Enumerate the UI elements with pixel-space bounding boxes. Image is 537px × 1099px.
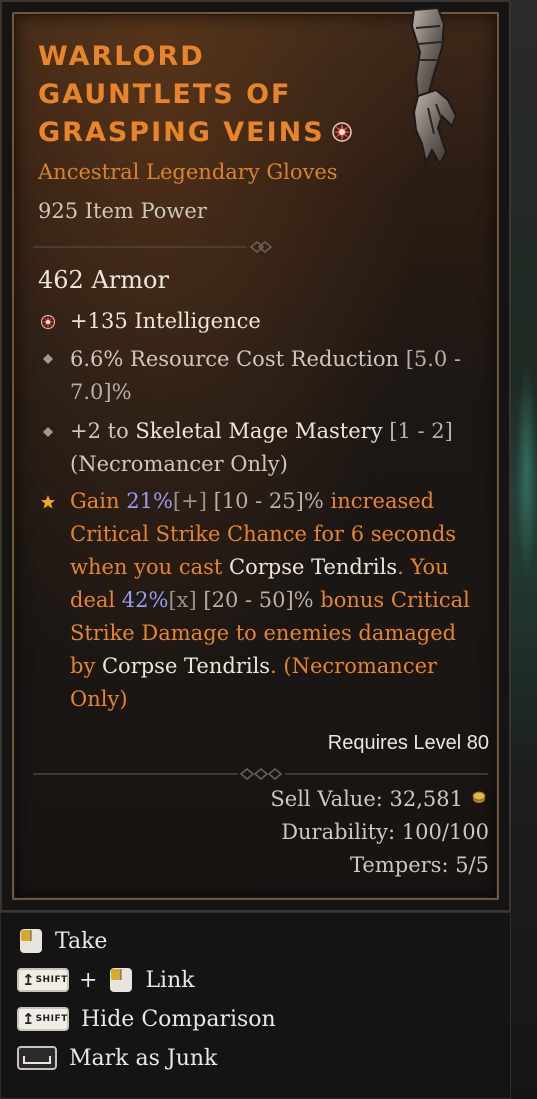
take-action[interactable]: Take <box>17 926 107 956</box>
legendary-star-icon <box>41 495 55 509</box>
unique-star-icon <box>41 315 55 329</box>
item-name: WARLORD GAUNTLETS OF GRASPING VEINS <box>38 38 368 152</box>
hide-comparison-label: Hide Comparison <box>81 1006 276 1032</box>
shift-key-icon: ↥ SHIFT <box>17 1007 69 1031</box>
mark-junk-label: Mark as Junk <box>69 1045 218 1071</box>
link-label: Link <box>145 967 195 993</box>
armor-value: 462 Armor <box>38 266 169 294</box>
item-power: 925 Item Power <box>38 199 207 223</box>
game-world-background <box>510 0 537 1099</box>
hide-comparison-action[interactable]: ↥ SHIFT Hide Comparison <box>17 1004 276 1034</box>
item-type: Ancestral Legendary Gloves <box>38 160 338 184</box>
left-mouse-icon <box>20 929 42 953</box>
affix-skeletal-mage: +2 to Skeletal Mage Mastery [1 - 2] (Nec… <box>70 419 453 476</box>
background-glow <box>516 360 537 580</box>
affix-intelligence: +135 Intelligence <box>70 309 261 333</box>
left-mouse-icon <box>110 968 133 992</box>
diamond-bullet-icon <box>43 354 53 364</box>
legendary-marker-icon <box>331 122 352 142</box>
mark-junk-action[interactable]: Mark as Junk <box>17 1043 217 1073</box>
divider-line <box>33 241 273 253</box>
plus-sign: + <box>79 967 98 993</box>
durability: Durability: 100/100 <box>281 820 489 844</box>
take-label: Take <box>55 928 108 954</box>
space-key-icon <box>17 1046 57 1070</box>
diamond-bullet-icon <box>43 427 53 437</box>
shift-key-icon: ↥ SHIFT <box>17 968 69 992</box>
link-action[interactable]: ↥ SHIFT + Link <box>17 965 195 995</box>
requires-level: Requires Level 80 <box>327 732 489 754</box>
divider-line <box>33 768 488 780</box>
affix-resource-cost: 6.6% Resource Cost Reduction [5.0 - 7.0]… <box>70 347 462 404</box>
sell-value: Sell Value: 32,581 <box>270 787 487 811</box>
action-panel: Take ↥ SHIFT + Link ↥ SHIFT Hide Compariso… <box>0 912 511 1099</box>
item-name-line-2: GAUNTLETS OF <box>38 79 292 110</box>
legendary-aspect: Gain 21%[+] [10 - 25]% increased Critica… <box>70 489 470 711</box>
gauntlet-item-icon <box>410 6 458 167</box>
item-name-line-1: WARLORD <box>38 41 205 72</box>
item-name-line-3: GRASPING VEINS <box>38 114 368 152</box>
gold-coin-icon <box>472 791 486 803</box>
tempers: Tempers: 5/5 <box>350 853 489 877</box>
